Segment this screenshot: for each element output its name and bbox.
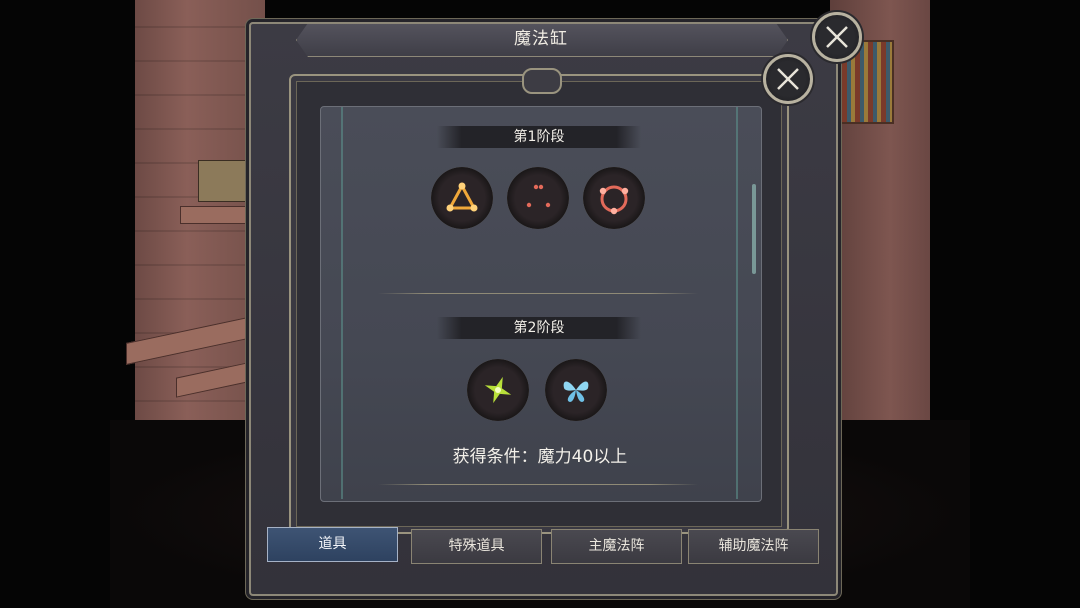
content-edge (736, 107, 738, 499)
dots-circle-icon (526, 184, 551, 208)
blue-butterfly-icon (563, 381, 589, 402)
close-outer-button[interactable] (812, 12, 862, 62)
section-divider (378, 484, 698, 485)
tab-special-items[interactable]: 特殊道具 (411, 529, 542, 564)
tab-items[interactable]: 道具 (267, 527, 398, 562)
unlock-condition-text: 获得条件：魔力40以上 (452, 447, 628, 467)
scrollbar[interactable] (752, 184, 756, 274)
desk-with-book (198, 160, 252, 202)
magic-circle-slot-2[interactable] (507, 167, 569, 229)
magic-circle-slot-5[interactable] (545, 359, 607, 421)
content-edge (341, 107, 343, 499)
tab-main-magic-circle[interactable]: 主魔法阵 (551, 529, 682, 564)
panel-ornament (522, 68, 562, 94)
stage-1-header: 第1阶段 (437, 126, 641, 148)
window-title: 魔法缸 (514, 29, 568, 49)
magic-circle-slot-1[interactable] (431, 167, 493, 229)
magic-circle-slot-4[interactable] (467, 359, 529, 421)
wooden-shelf (180, 206, 252, 224)
ring-nodes-icon (599, 185, 629, 215)
stage-2-header: 第2阶段 (437, 317, 641, 339)
triangle-circuit-icon (446, 182, 478, 212)
close-icon (826, 26, 848, 48)
close-inner-button[interactable] (763, 54, 813, 104)
section-divider (378, 293, 698, 294)
left-wall (135, 0, 265, 470)
green-star-icon (484, 376, 512, 404)
magic-circle-slot-3[interactable] (583, 167, 645, 229)
close-icon (777, 68, 799, 90)
tab-support-magic-circle[interactable]: 辅助魔法阵 (688, 529, 819, 564)
